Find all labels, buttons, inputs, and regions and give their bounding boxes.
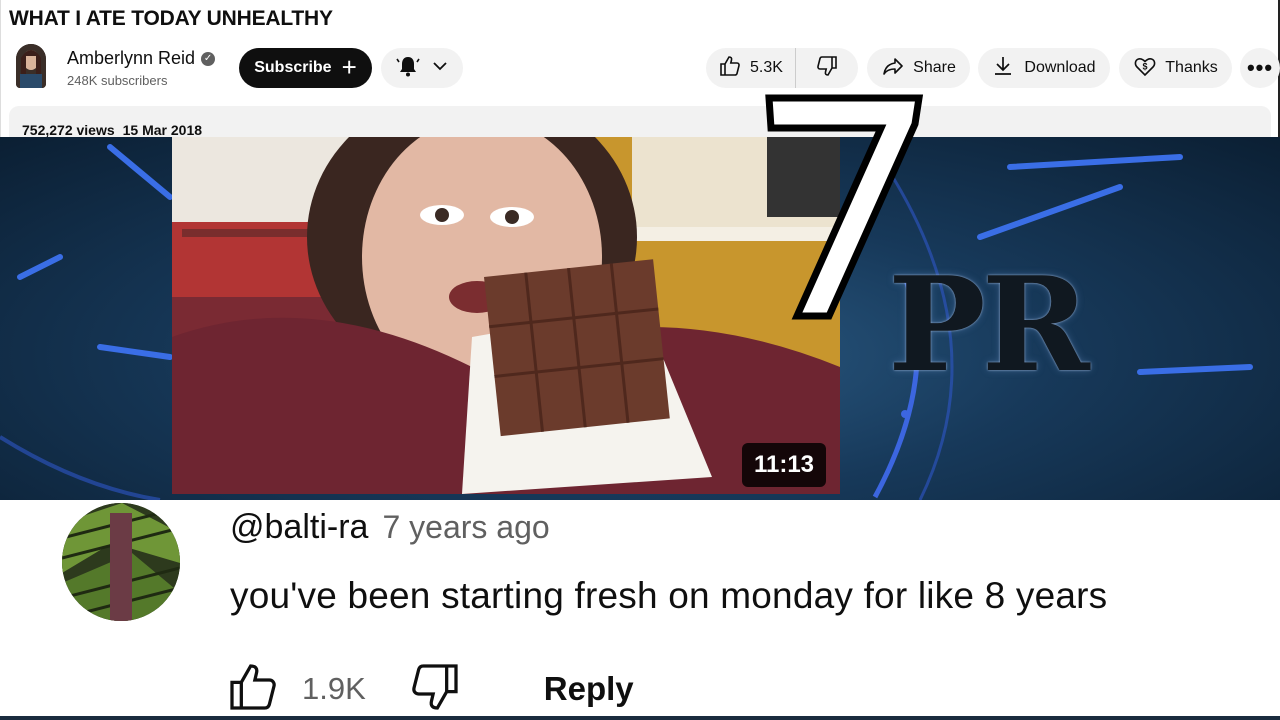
more-icon: ••• [1246, 55, 1274, 80]
view-count: 752,272 views [22, 122, 115, 138]
thumbs-down-icon [412, 663, 458, 710]
share-label: Share [913, 59, 956, 76]
reply-button[interactable]: Reply [544, 670, 634, 708]
svg-text:$: $ [1143, 61, 1148, 71]
chevron-down-icon [432, 58, 448, 79]
upload-date: 15 Mar 2018 [122, 122, 203, 138]
video-title: WHAT I ATE TODAY UNHEALTHY [9, 7, 333, 30]
share-button[interactable]: Share [867, 48, 970, 88]
notification-bell-button[interactable] [381, 48, 463, 88]
comment-actions: 1.9K Reply [224, 660, 634, 718]
comment-timestamp[interactable]: 7 years ago [382, 509, 549, 546]
subscribe-label: Subscribe [254, 59, 332, 76]
bottom-edge [0, 716, 1280, 720]
channel-avatar[interactable] [16, 44, 46, 88]
video-thumbnail[interactable] [172, 137, 840, 494]
bell-icon [396, 54, 420, 83]
verified-check-icon: ✓ [201, 51, 216, 66]
comment-header: @balti-ra 7 years ago [230, 508, 550, 547]
comment-like-count: 1.9K [302, 671, 366, 706]
commenter-avatar[interactable] [62, 503, 180, 621]
dislike-button[interactable] [796, 48, 858, 88]
download-button[interactable]: Download [978, 48, 1110, 88]
thumbs-up-icon [718, 54, 742, 83]
more-actions-button[interactable]: ••• [1240, 48, 1280, 88]
plus-icon: + [341, 51, 357, 82]
like-dislike-group: 5.3K [706, 48, 858, 88]
channel-logo-text: PR [888, 248, 1090, 401]
subscribe-button[interactable]: Subscribe + [239, 48, 372, 88]
share-arrow-icon [881, 54, 905, 83]
channel-name[interactable]: Amberlynn Reid ✓ [67, 48, 216, 69]
thumbs-up-icon [230, 663, 276, 710]
comment-like-button[interactable] [224, 659, 282, 720]
thanks-heart-dollar-icon: $ [1133, 54, 1157, 83]
thumbs-down-icon [815, 54, 839, 83]
like-button[interactable]: 5.3K [706, 48, 796, 88]
thanks-label: Thanks [1165, 59, 1218, 76]
subscriber-count: 248K subscribers [67, 73, 168, 88]
thanks-button[interactable]: $ Thanks [1119, 48, 1232, 88]
download-icon [992, 55, 1014, 82]
channel-name-text[interactable]: Amberlynn Reid [67, 48, 195, 69]
comment-author[interactable]: @balti-ra [230, 508, 368, 547]
video-header: WHAT I ATE TODAY UNHEALTHY Amberlynn Rei… [0, 0, 1280, 146]
comment-text: you've been starting fresh on monday for… [230, 575, 1108, 616]
view-date-line: 752,272 views 15 Mar 2018 [22, 122, 202, 138]
download-label: Download [1024, 59, 1096, 76]
like-count: 5.3K [750, 59, 783, 76]
comment-dislike-button[interactable] [406, 659, 464, 720]
duration-badge: 11:13 [742, 443, 826, 487]
